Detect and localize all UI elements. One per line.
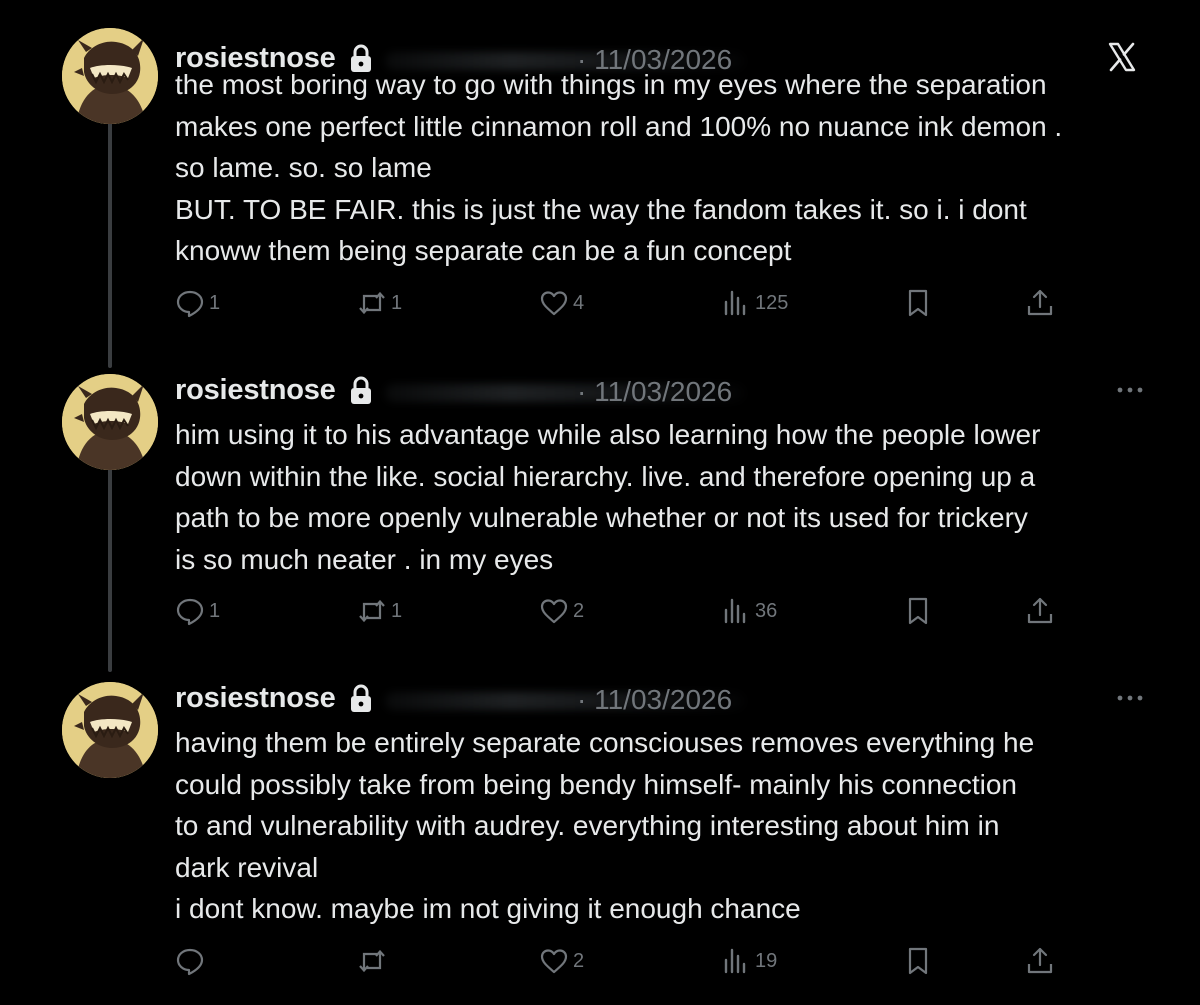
view-count: 125	[755, 291, 789, 314]
more-options-icon[interactable]	[1115, 688, 1145, 708]
post-text-line: the most boring way to go with things in…	[175, 69, 1047, 100]
bookmark-button[interactable]	[903, 285, 933, 321]
post-text-line: path to be more openly vulnerable whethe…	[175, 502, 1028, 534]
share-icon	[1027, 289, 1053, 316]
repost-button[interactable]: 1	[357, 285, 402, 321]
username[interactable]: rosiestnose	[175, 374, 336, 407]
view-count: 36	[755, 599, 778, 622]
repost-icon	[359, 291, 385, 315]
reply-count: 1	[209, 291, 221, 314]
repost-button[interactable]: 1	[357, 593, 402, 629]
views-button[interactable]: 125	[721, 285, 788, 321]
bookmark-icon	[908, 947, 928, 975]
views-button[interactable]: 19	[721, 943, 777, 979]
post-text-line: knoww them being separate can be a fun c…	[175, 235, 792, 267]
like-count: 2	[573, 599, 585, 622]
post-text-line: i dont know. maybe im not giving it enou…	[175, 893, 801, 925]
repost-count: 1	[391, 599, 403, 622]
reply-button[interactable]: 1	[175, 285, 220, 321]
heart-icon	[540, 291, 568, 316]
repost-icon	[359, 949, 385, 973]
post-text-line: so lame. so. so lame	[175, 152, 432, 184]
post-actions: 1 1 2 36	[175, 593, 1075, 629]
reply-icon	[176, 598, 204, 626]
post-text-line: to and vulnerability with audrey. everyt…	[175, 810, 1000, 842]
username[interactable]: rosiestnose	[175, 682, 336, 715]
views-button[interactable]: 36	[721, 593, 777, 629]
lock-icon	[351, 684, 371, 712]
share-icon	[1027, 947, 1053, 974]
repost-count: 1	[391, 291, 403, 314]
post-text: him using it to his advantage while also…	[175, 414, 1165, 580]
avatar[interactable]	[62, 28, 158, 124]
reply-icon	[176, 290, 204, 318]
post-text-line: him using it to his advantage while also…	[175, 419, 1041, 450]
like-button[interactable]: 2	[539, 593, 584, 629]
post-text-line: having them be entirely separate conscio…	[175, 727, 1035, 758]
post-text-line: BUT. TO BE FAIR. this is just the way th…	[175, 193, 1027, 225]
repost-button[interactable]	[357, 943, 391, 979]
post-text-line: dark revival	[175, 851, 319, 883]
heart-icon	[540, 599, 568, 624]
post-text-line: could possibly take from being bendy him…	[175, 768, 1017, 800]
share-button[interactable]	[1025, 285, 1055, 321]
avatar[interactable]	[62, 374, 158, 470]
post-text: the most boring way to go with things in…	[175, 64, 1165, 272]
post-date[interactable]: · 11/03/2026	[577, 376, 732, 408]
thread: rosiestnose · 11/03/2026 the most boring…	[0, 0, 1200, 1005]
repost-icon	[359, 599, 385, 623]
post-date[interactable]: · 11/03/2026	[577, 684, 732, 716]
bookmark-button[interactable]	[903, 943, 933, 979]
like-count: 2	[573, 949, 585, 972]
views-icon	[724, 948, 746, 974]
post-text-line: is so much neater . in my eyes	[175, 543, 554, 575]
like-button[interactable]: 2	[539, 943, 584, 979]
share-button[interactable]	[1025, 593, 1055, 629]
bookmark-icon	[908, 289, 928, 317]
post-header: rosiestnose · 11/03/2026	[175, 680, 1165, 720]
heart-icon	[540, 949, 568, 974]
reply-count: 1	[209, 599, 221, 622]
like-button[interactable]: 4	[539, 285, 584, 321]
share-icon	[1027, 597, 1053, 624]
post-text: having them be entirely separate conscio…	[175, 722, 1165, 930]
reply-icon	[176, 948, 204, 976]
views-icon	[724, 290, 746, 316]
thread-connector-line	[108, 120, 112, 368]
share-button[interactable]	[1025, 943, 1055, 979]
views-icon	[724, 598, 746, 624]
more-options-icon[interactable]	[1115, 380, 1145, 400]
view-count: 19	[755, 949, 778, 972]
bookmark-button[interactable]	[903, 593, 933, 629]
avatar[interactable]	[62, 682, 158, 778]
post-actions: 2 19	[175, 943, 1075, 979]
bookmark-icon	[908, 597, 928, 625]
like-count: 4	[573, 291, 585, 314]
post-text-line: down within the like. social hierarchy. …	[175, 460, 1036, 492]
post-text-line: makes one perfect little cinnamon roll a…	[175, 110, 1063, 142]
lock-icon	[351, 376, 371, 404]
post-header: rosiestnose · 11/03/2026	[175, 372, 1165, 412]
reply-button[interactable]: 1	[175, 593, 220, 629]
reply-button[interactable]	[175, 943, 209, 979]
post-actions: 1 1 4 125	[175, 285, 1075, 321]
